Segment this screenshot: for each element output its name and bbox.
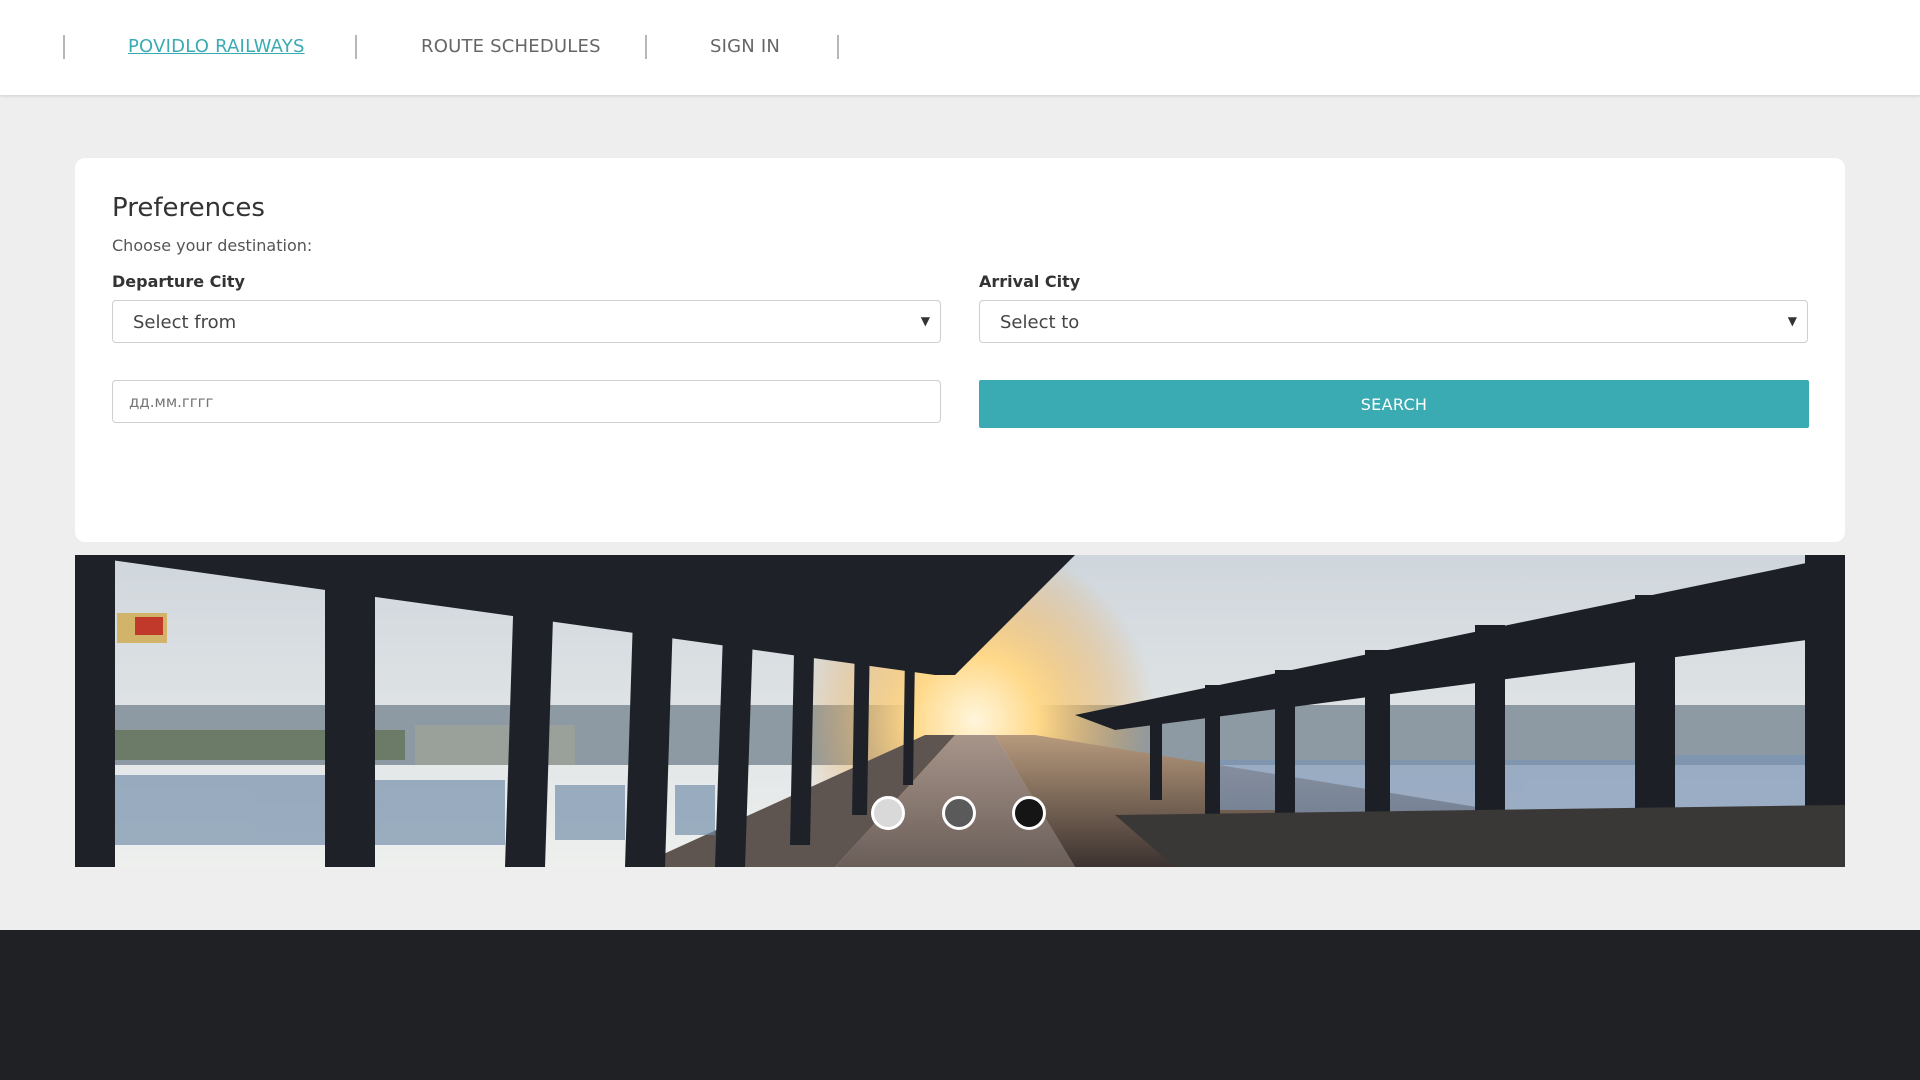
carousel-indicators	[75, 796, 1845, 830]
nav-separator	[645, 35, 647, 59]
arrival-city-select[interactable]: Select to ▼	[979, 300, 1808, 343]
departure-city-value: Select from	[133, 312, 237, 333]
chevron-down-icon: ▼	[920, 314, 930, 328]
nav-link-home[interactable]: POVIDLO RAILWAYS	[128, 36, 305, 58]
carousel-dot-2[interactable]	[942, 796, 976, 830]
arrival-city-value: Select to	[1000, 312, 1080, 333]
nav-link-route-schedules[interactable]: ROUTE SCHEDULES	[421, 36, 601, 58]
carousel-dot-3[interactable]	[1012, 796, 1046, 830]
nav-separator	[63, 35, 65, 59]
carousel-dot-1[interactable]	[871, 796, 905, 830]
departure-city-select[interactable]: Select from ▼	[112, 300, 941, 343]
preferences-subtitle: Choose your destination:	[112, 236, 313, 255]
top-navigation-bar: POVIDLO RAILWAYS ROUTE SCHEDULES SIGN IN	[0, 0, 1920, 95]
hero-carousel	[75, 555, 1845, 867]
nav-separator	[355, 35, 357, 59]
travel-date-input[interactable]	[112, 380, 941, 423]
chevron-down-icon: ▼	[1787, 314, 1797, 328]
departure-city-label: Departure City	[112, 272, 245, 291]
preferences-title: Preferences	[112, 193, 265, 223]
preferences-card: Preferences Choose your destination: Dep…	[75, 158, 1845, 542]
arrival-city-label: Arrival City	[979, 272, 1081, 291]
nav-separator	[837, 35, 839, 59]
nav-link-sign-in[interactable]: SIGN IN	[710, 36, 780, 58]
page-footer	[0, 930, 1920, 1080]
search-button[interactable]: SEARCH	[979, 380, 1809, 428]
